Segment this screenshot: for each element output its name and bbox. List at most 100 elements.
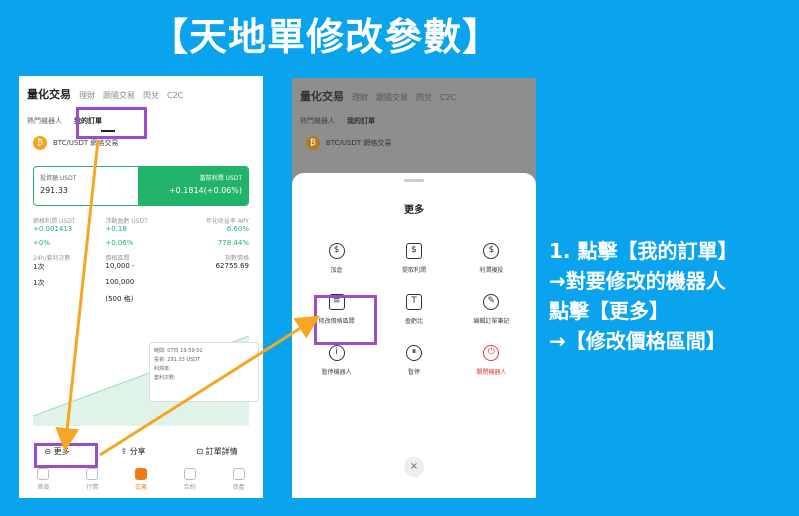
tooltip-time: 時間: 07日 19:59:02	[154, 348, 203, 354]
nav-futures[interactable]: 合約	[183, 468, 196, 491]
tab-c2c[interactable]: C2C	[167, 91, 183, 100]
tab-quant-trading[interactable]: 量化交易	[27, 86, 71, 102]
order-details-label: 訂單詳情	[205, 447, 238, 456]
pnl-card: 投資額 USDT 291.33 當前利潤 USDT +0.1814(+0.06%…	[33, 166, 249, 206]
nav-assets[interactable]: 資產	[232, 468, 245, 491]
stat-label: 網格利潤 USDT	[33, 218, 76, 225]
nav-trade-label: 交易	[134, 484, 147, 491]
dollar-icon: $	[328, 243, 345, 259]
sub-tabs-dimmed: 熱門機器人 我的訂單	[300, 116, 375, 126]
stat-value: 6.60%	[226, 225, 249, 233]
stat-cell: +0.06%	[105, 239, 176, 247]
nav-assets-label: 資產	[232, 484, 245, 491]
stat-label: 年化收益率 APY	[205, 218, 249, 225]
more-item-edit-order-note[interactable]: ✎ 編輯訂單筆記	[453, 294, 530, 325]
tooltip-arbitrage-count: 套利次數:	[154, 375, 176, 381]
tab-quant-trading: 量化交易	[300, 90, 344, 103]
sheet-handle[interactable]	[404, 179, 424, 182]
stat-label: 價格區間	[105, 255, 130, 262]
stat-cell: 778.44%	[178, 239, 249, 247]
instruction-step-2: →對要修改的機器人	[549, 269, 726, 293]
order-pair-label: BTC/USDT 網格交易	[53, 139, 119, 147]
instruction-step-4: →【修改價格區間】	[549, 329, 726, 353]
tab-finance: 理財	[352, 93, 368, 102]
tab-convert: 閃兌	[416, 93, 432, 102]
stat-value: 62755.69	[215, 262, 249, 270]
btc-coin-icon: ₿	[306, 136, 320, 150]
more-item-close-bot[interactable]: ⏻ 關閉機器人	[453, 345, 530, 376]
current-profit-label: 當前利潤 USDT	[199, 175, 242, 182]
nav-home[interactable]: 首頁	[37, 468, 49, 491]
stat-cell: 1次	[33, 278, 104, 288]
stat-row: 1次 100,000	[33, 278, 249, 288]
more-item-label: 暫停機器人	[321, 369, 352, 376]
nav-market[interactable]: 行情	[86, 468, 98, 491]
more-item-label: 關閉機器人	[476, 369, 507, 376]
tab-copy-trading[interactable]: 跟隨交易	[103, 90, 135, 101]
instruction-step-3: 點擊【更多】	[549, 299, 669, 323]
dollar-icon: $	[483, 243, 500, 259]
top-tabs-dimmed: 量化交易 理財 跟隨交易 閃兌 C2C	[300, 88, 456, 104]
nav-trade[interactable]: 交易	[134, 468, 147, 491]
subtab-hot-bots[interactable]: 熱門機器人	[27, 116, 62, 126]
tab-c2c: C2C	[440, 93, 457, 102]
btc-coin-icon: ₿	[33, 136, 47, 150]
more-item-pause[interactable]: ⏸ 暫停	[375, 345, 452, 376]
bottom-nav: 首頁 行情 交易 合約 資產	[19, 468, 263, 491]
nav-futures-label: 合約	[183, 484, 196, 491]
stat-value: 100,000	[105, 278, 135, 286]
stat-value: +0.001413	[33, 225, 73, 233]
nav-market-label: 行情	[86, 484, 99, 491]
order-header-dimmed: ₿ BTC/USDT 網格交易	[306, 136, 391, 150]
share-button-label: 分享	[129, 447, 146, 456]
stat-cell: 網格利潤 USDT +0.001413	[33, 216, 104, 233]
chart-tooltip: 時間: 07日 19:59:02 投資: 291.33 USDT 利潤率: 套利…	[149, 342, 259, 402]
stat-cell: 價格區間 10,000 -	[105, 253, 176, 272]
more-item-label: 利潤複投	[479, 267, 504, 274]
tab-convert[interactable]: 閃兌	[143, 90, 159, 101]
top-tabs: 量化交易 理財 跟隨交易 閃兌 C2C	[27, 86, 183, 102]
more-item-reinvest-profit[interactable]: $ 利潤複投	[453, 243, 530, 274]
more-item-pause-bot-info[interactable]: i 暫停機器人	[298, 345, 375, 376]
order-details-button[interactable]: ⊡ 訂單詳情	[196, 446, 237, 457]
more-item-label: 編輯訂單筆記	[473, 318, 510, 325]
dollar-icon: $	[405, 243, 422, 259]
more-item-label: 加倉	[330, 267, 343, 274]
home-icon	[37, 468, 50, 480]
current-profit-value: +0.1814(+0.06%)	[168, 186, 242, 195]
stat-row: 24h/套利次數 1次 價格區間 10,000 - 指數價格 62755.69	[33, 253, 249, 272]
more-item-add-funds[interactable]: $ 加倉	[298, 243, 375, 274]
more-item-label: 盈虧比	[404, 318, 423, 325]
share-button[interactable]: ⇪ 分享	[120, 446, 145, 457]
highlight-my-orders	[76, 107, 147, 139]
stat-value: 1次	[33, 263, 45, 271]
tab-finance[interactable]: 理財	[79, 90, 95, 101]
stat-value: +0.18	[105, 225, 127, 233]
stat-value: 778.44%	[217, 239, 249, 247]
instructions: 1. 點擊【我的訂單】 →對要修改的機器人 點擊【更多】 →【修改價格區間】	[549, 236, 799, 356]
subtab-my-orders: 我的訂單	[347, 117, 375, 125]
stat-cell: 指數價格 62755.69	[178, 253, 249, 272]
stat-label: 24h/套利次數	[33, 255, 71, 262]
stat-row: (500 格)	[33, 294, 249, 304]
stat-value: (500 格)	[105, 295, 134, 303]
phone-screen-orders: 量化交易 理財 跟隨交易 閃兌 C2C 熱門機器人 我的訂單 ₿ BTC/USD…	[19, 76, 263, 498]
futures-icon	[183, 468, 196, 480]
stat-cell: 24h/套利次數 1次	[33, 253, 104, 272]
stat-cell: (500 格)	[105, 294, 176, 304]
stat-label: 浮動盈虧 USDT	[105, 218, 148, 225]
close-icon[interactable]: ×	[404, 457, 424, 477]
stat-row: +0% +0.06% 778.44%	[33, 239, 249, 247]
stat-cell: +0%	[33, 239, 104, 247]
instruction-step-1: 1. 點擊【我的訂單】	[549, 239, 738, 263]
order-pair-label: BTC/USDT 網格交易	[326, 139, 392, 147]
pause-icon: ⏸	[405, 345, 422, 361]
more-item-label: 提取利潤	[401, 267, 426, 274]
stat-label: 指數價格	[224, 255, 249, 262]
more-item-withdraw-profit[interactable]: $ 提取利潤	[375, 243, 452, 274]
tab-copy-trading: 跟隨交易	[376, 93, 408, 102]
stat-cell	[178, 278, 249, 288]
stat-cell: 年化收益率 APY 6.60%	[178, 216, 249, 233]
more-item-take-profit-stop-loss[interactable]: T 盈虧比	[375, 294, 452, 325]
phone-screen-more-sheet: 量化交易 理財 跟隨交易 閃兌 C2C 熱門機器人 我的訂單 ₿ BTC/USD…	[292, 78, 536, 498]
